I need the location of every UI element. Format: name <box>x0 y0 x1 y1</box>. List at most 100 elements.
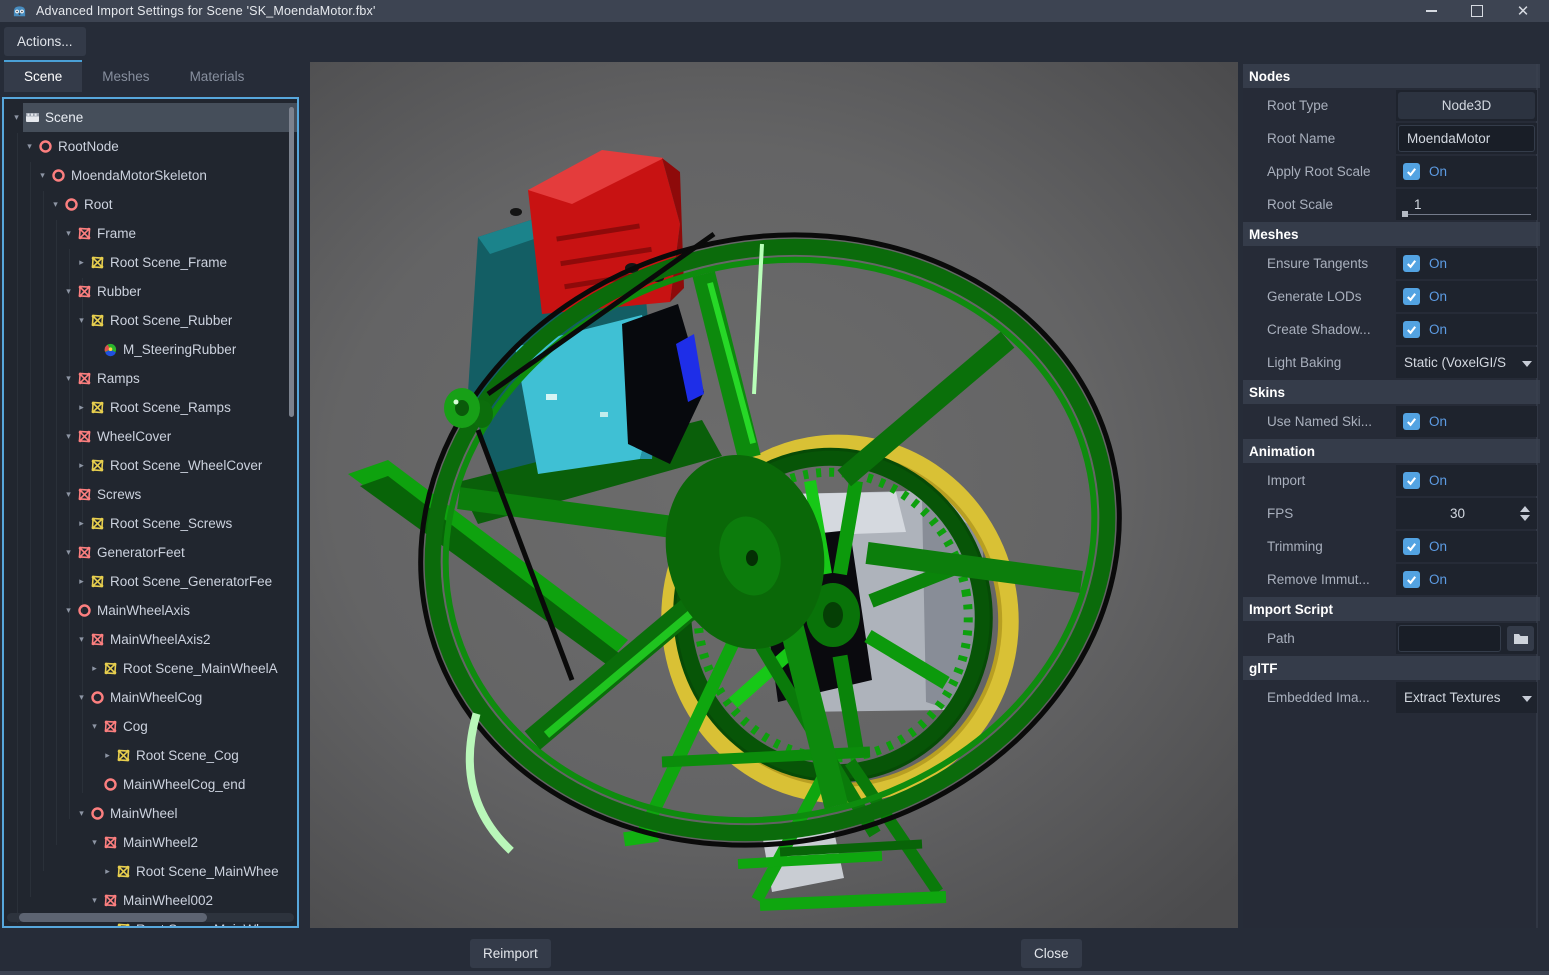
collapse-arrow[interactable]: ▸ <box>75 451 88 480</box>
chevron-down-icon[interactable] <box>1522 696 1532 702</box>
tree-item[interactable]: ▾Ramps <box>4 364 297 393</box>
tree-item-label: MainWheelCog <box>110 690 202 705</box>
collapse-arrow[interactable]: ▸ <box>75 509 88 538</box>
chevron-down-icon[interactable] <box>1522 361 1532 367</box>
tree-item[interactable]: ▾WheelCover <box>4 422 297 451</box>
expand-arrow[interactable]: ▾ <box>75 799 88 828</box>
tree-item[interactable]: ▸Root Scene_GeneratorFee <box>4 567 297 596</box>
expand-arrow[interactable]: ▾ <box>75 306 88 335</box>
expand-arrow[interactable]: ▾ <box>36 161 49 190</box>
checkbox-checked[interactable] <box>1403 538 1420 555</box>
checkbox-checked[interactable] <box>1403 413 1420 430</box>
property-row: TrimmingOn <box>1243 531 1540 562</box>
property-row: Root Scale1 <box>1243 189 1540 220</box>
expand-arrow[interactable]: ▾ <box>88 886 101 915</box>
tree-item[interactable]: ▾MainWheel002 <box>4 886 297 915</box>
root-type-button[interactable]: Node3D <box>1398 92 1535 119</box>
property-label: Path <box>1243 623 1396 654</box>
tab-materials[interactable]: Materials <box>170 60 265 92</box>
dropdown-value[interactable]: Extract Textures <box>1396 690 1501 705</box>
tree-horizontal-scrollbar[interactable] <box>7 913 294 922</box>
collapse-arrow[interactable]: ▸ <box>88 654 101 683</box>
tree-item[interactable]: ▸Root Scene_Screws <box>4 509 297 538</box>
expand-arrow[interactable]: ▾ <box>75 625 88 654</box>
tree-item[interactable]: ▾Rubber <box>4 277 297 306</box>
tree-item[interactable]: ▾Cog <box>4 712 297 741</box>
slider-track[interactable] <box>1404 214 1531 216</box>
scene-tree-panel[interactable]: ▾Scene▾RootNode▾MoendaMotorSkeleton▾Root… <box>2 97 299 928</box>
close-window-button[interactable]: ✕ <box>1515 3 1531 19</box>
text-input[interactable]: MoendaMotor <box>1398 125 1535 152</box>
collapse-arrow[interactable]: ▸ <box>101 741 114 770</box>
tree-item[interactable]: ▸Root Scene_MainWheelA <box>4 654 297 683</box>
tree-item[interactable]: ▾MainWheelAxis2 <box>4 625 297 654</box>
expand-arrow[interactable]: ▾ <box>75 683 88 712</box>
minimize-button[interactable] <box>1423 3 1439 19</box>
tree-item[interactable]: ▸Root Scene_WheelCover <box>4 451 297 480</box>
tree-item[interactable]: ▸ Root Scene_Frame <box>4 248 297 277</box>
tree-item[interactable]: M_SteeringRubber <box>4 335 297 364</box>
actions-menu-button[interactable]: Actions... <box>4 27 86 56</box>
tree-item[interactable]: ▸Root Scene_MainWhee <box>4 857 297 886</box>
path-input[interactable] <box>1398 625 1501 652</box>
expand-arrow[interactable]: ▾ <box>62 219 75 248</box>
tree-item[interactable]: ▾Screws <box>4 480 297 509</box>
tree-item[interactable]: ▾MainWheel <box>4 799 297 828</box>
checkbox-checked[interactable] <box>1403 571 1420 588</box>
tree-item[interactable]: ▾MainWheel2 <box>4 828 297 857</box>
tab-scene[interactable]: Scene <box>4 60 82 92</box>
checkbox-checked[interactable] <box>1403 255 1420 272</box>
expand-arrow[interactable]: ▾ <box>49 190 62 219</box>
3d-preview-viewport[interactable] <box>310 62 1238 928</box>
tree-item[interactable]: ▾Frame <box>4 219 297 248</box>
titlebar[interactable]: Advanced Import Settings for Scene 'SK_M… <box>0 0 1549 22</box>
expand-arrow[interactable]: ▾ <box>23 132 36 161</box>
expand-arrow[interactable]: ▾ <box>88 712 101 741</box>
expand-arrow[interactable]: ▾ <box>62 364 75 393</box>
collapse-arrow[interactable]: ▸ <box>75 248 88 277</box>
tab-meshes[interactable]: Meshes <box>82 60 169 92</box>
expand-arrow[interactable]: ▾ <box>88 828 101 857</box>
expand-arrow[interactable]: ▾ <box>62 538 75 567</box>
expand-arrow[interactable]: ▾ <box>10 103 23 132</box>
expand-arrow[interactable]: ▾ <box>62 596 75 625</box>
property-label: Trimming <box>1243 531 1396 562</box>
spinbox-value[interactable]: 30 <box>1396 506 1537 521</box>
tree-horizontal-scrollbar-thumb[interactable] <box>19 913 207 922</box>
tree-item[interactable]: ▾MainWheelAxis <box>4 596 297 625</box>
expand-arrow[interactable]: ▾ <box>62 277 75 306</box>
expand-arrow[interactable]: ▾ <box>62 422 75 451</box>
checkbox-checked[interactable] <box>1403 472 1420 489</box>
reimport-button[interactable]: Reimport <box>470 939 551 968</box>
collapse-arrow[interactable]: ▸ <box>101 857 114 886</box>
checkbox-checked[interactable] <box>1403 321 1420 338</box>
checkbox-checked[interactable] <box>1403 163 1420 180</box>
maximize-button[interactable] <box>1469 3 1485 19</box>
slider-handle[interactable] <box>1402 211 1408 217</box>
close-button[interactable]: Close <box>1021 939 1082 968</box>
browse-folder-button[interactable] <box>1507 626 1534 651</box>
bone-icon <box>103 893 118 908</box>
tree-item[interactable]: MainWheelCog_end <box>4 770 297 799</box>
tree-item[interactable]: ▾ MainWheelCog <box>4 683 297 712</box>
tree-item[interactable]: ▸Root Scene_Ramps <box>4 393 297 422</box>
tree-item[interactable]: ▾Root Scene_Rubber <box>4 306 297 335</box>
footer-bar: Reimport Close <box>0 929 1549 975</box>
dropdown-value[interactable]: Static (VoxelGI/S <box>1396 355 1506 370</box>
tree-item[interactable]: ▾MoendaMotorSkeleton <box>4 161 297 190</box>
spinbox-arrows[interactable] <box>1520 506 1530 521</box>
tree-item[interactable]: ▾GeneratorFeet <box>4 538 297 567</box>
property-label: Import <box>1243 465 1396 496</box>
collapse-arrow[interactable]: ▸ <box>75 393 88 422</box>
expand-arrow[interactable]: ▾ <box>62 480 75 509</box>
slider-value[interactable]: 1 <box>1396 197 1422 212</box>
collapse-arrow[interactable]: ▸ <box>75 567 88 596</box>
tree-vertical-scrollbar[interactable] <box>289 107 294 417</box>
tree-item[interactable]: ▾Root <box>4 190 297 219</box>
tree-item[interactable]: ▸Root Scene_Cog <box>4 741 297 770</box>
tree-item[interactable]: ▾Scene <box>4 103 297 132</box>
checkbox-checked[interactable] <box>1403 288 1420 305</box>
property-label: FPS <box>1243 498 1396 529</box>
tree-item-label: Root Scene_Frame <box>110 255 227 270</box>
tree-item[interactable]: ▾RootNode <box>4 132 297 161</box>
